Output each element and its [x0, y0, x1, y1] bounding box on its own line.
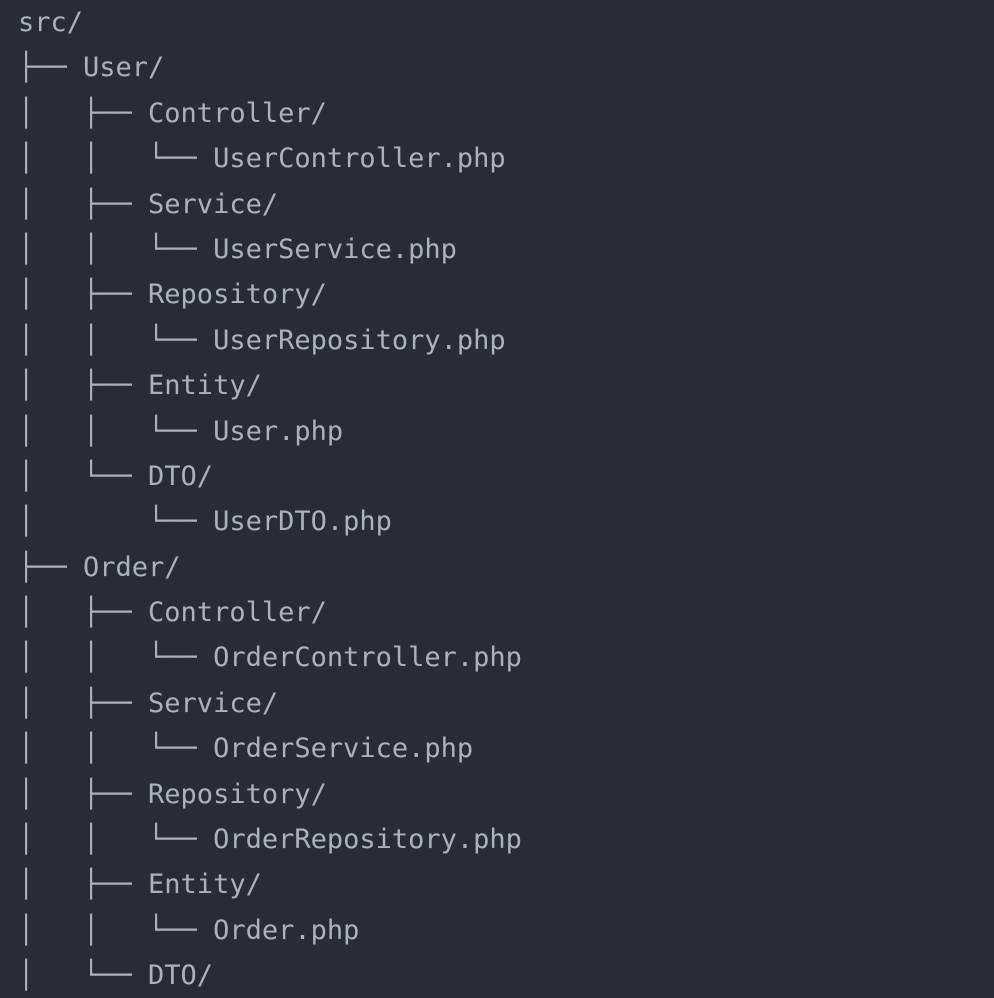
tree-line-user-dto-dir: │ └── DTO/ — [18, 460, 214, 492]
tree-line-order-repository-dir: │ ├── Repository/ — [18, 778, 327, 810]
tree-line-user-entity-file: │ │ └── User.php — [18, 415, 344, 447]
code-block: src/ ├── User/ │ ├── Controller/ │ │ └── Us… — [0, 0, 994, 998]
tree-line-order-entity-dir: │ ├── Entity/ — [18, 869, 262, 901]
tree-line-order-controller-file: │ │ └── OrderController.php — [18, 642, 522, 674]
tree-line-order-dto-dir: │ └── DTO/ — [18, 960, 214, 992]
tree-line-user-service-file: │ │ └── UserService.php — [18, 233, 457, 265]
tree-line-user-repository-file: │ │ └── UserRepository.php — [18, 324, 506, 356]
directory-tree: src/ ├── User/ │ ├── Controller/ │ │ └── Us… — [18, 0, 522, 998]
tree-line-order-entity-file: │ │ └── Order.php — [18, 914, 360, 946]
tree-line-user-dto-file: │ └── UserDTO.php — [18, 506, 392, 538]
tree-line-order-service-dir: │ ├── Service/ — [18, 687, 279, 719]
tree-line-order-repository-file: │ │ └── OrderRepository.php — [18, 824, 522, 856]
tree-line-user-controller-dir: │ ├── Controller/ — [18, 97, 327, 129]
tree-line-src: src/ — [18, 7, 84, 38]
tree-line-order-dir: ├── Order/ — [18, 551, 181, 583]
tree-line-order-service-file: │ │ └── OrderService.php — [18, 733, 474, 765]
tree-line-user-repository-dir: │ ├── Repository/ — [18, 279, 327, 311]
tree-line-user-controller-file: │ │ └── UserController.php — [18, 143, 506, 175]
tree-line-user-service-dir: │ ├── Service/ — [18, 188, 279, 220]
tree-line-user-entity-dir: │ ├── Entity/ — [18, 370, 262, 402]
tree-line-user-dir: ├── User/ — [18, 52, 165, 84]
tree-line-order-controller-dir: │ ├── Controller/ — [18, 597, 327, 629]
